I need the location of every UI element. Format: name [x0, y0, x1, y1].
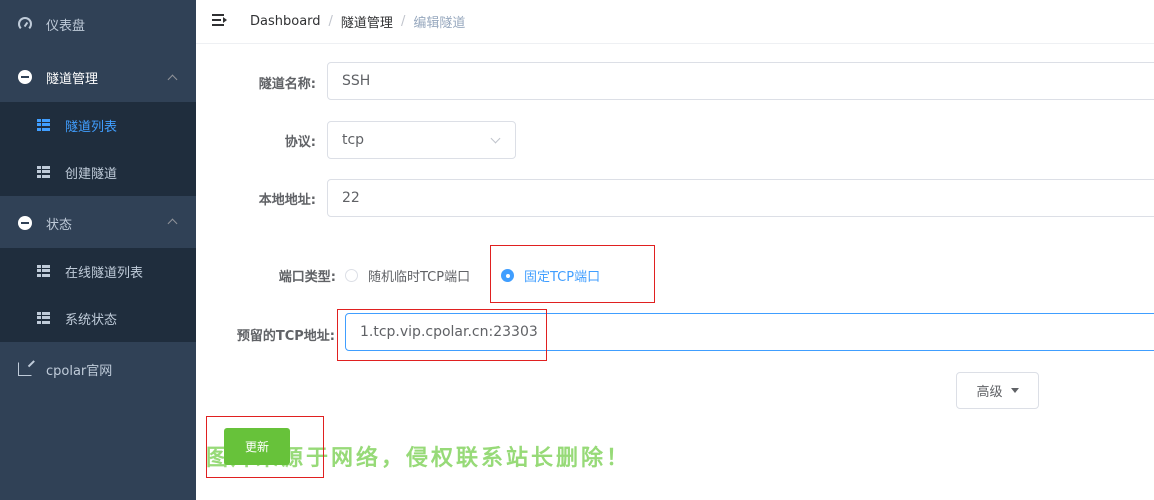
sidebar-item-label: 创建隧道 — [65, 167, 118, 182]
local-address-value: 22 — [342, 190, 360, 206]
highlight-box-port-type — [490, 245, 655, 303]
dashboard-gauge-icon — [18, 17, 32, 31]
sidebar-item-label: cpolar官网 — [46, 363, 113, 379]
highlight-box-update — [206, 416, 324, 478]
protocol-label: 协议: — [284, 135, 316, 150]
sidebar-item-online-tunnels[interactable]: 在线隧道列表 — [0, 248, 196, 295]
tunnel-name-value: SSH — [342, 73, 371, 89]
grid-icon — [37, 264, 51, 279]
sidebar-item-label: 状态 — [46, 217, 73, 233]
port-type-label: 端口类型: — [278, 270, 336, 285]
breadcrumb: Dashboard / 隧道管理 / 编辑隧道 — [250, 12, 465, 31]
grid-icon — [37, 118, 51, 133]
sidebar-item-label: 系统状态 — [65, 313, 118, 328]
breadcrumb-item-edit-tunnel: 编辑隧道 — [413, 16, 466, 31]
tunnel-name-input[interactable]: SSH — [327, 62, 1154, 100]
radio-circle[interactable] — [345, 269, 358, 282]
breadcrumb-separator: / — [400, 14, 406, 29]
advanced-button-label: 高级 — [976, 385, 1003, 400]
highlight-box-reserved-address — [337, 309, 547, 361]
protocol-value: tcp — [342, 132, 365, 148]
sidebar-item-system-status[interactable]: 系统状态 — [0, 295, 196, 342]
sidebar-item-create-tunnel[interactable]: 创建隧道 — [0, 149, 196, 196]
menu-fold-icon[interactable] — [212, 14, 227, 26]
chevron-up-icon — [167, 218, 178, 229]
external-link-icon — [18, 362, 32, 376]
sidebar-item-dashboard[interactable]: 仪表盘 — [0, 0, 196, 48]
sidebar-item-label: 在线隧道列表 — [65, 266, 144, 281]
chevron-up-icon — [167, 74, 178, 85]
breadcrumb-separator: / — [328, 14, 333, 29]
status-disc-icon — [18, 216, 32, 230]
sidebar-item-status[interactable]: 状态 — [0, 200, 196, 246]
top-header: Dashboard / 隧道管理 / 编辑隧道 — [196, 0, 1154, 44]
tunnel-name-label: 隧道名称: — [258, 77, 316, 92]
caret-down-icon — [1010, 388, 1019, 393]
sidebar-item-tunnel-management[interactable]: 隧道管理 — [0, 54, 196, 100]
breadcrumb-item-dashboard[interactable]: Dashboard — [250, 14, 321, 29]
breadcrumb-item-tunnel-management[interactable]: 隧道管理 — [341, 12, 393, 31]
grid-icon — [37, 311, 51, 326]
tunnel-disc-icon — [18, 70, 32, 84]
sidebar-item-cpolar-website[interactable]: cpolar官网 — [0, 346, 196, 392]
local-address-input[interactable]: 22 — [327, 179, 1154, 217]
sidebar: 仪表盘 隧道管理 隧道列表 创建隧道 状态 在线隧道列表 系统状态 cpolar… — [0, 0, 196, 500]
radio-label: 随机临时TCP端口 — [368, 270, 471, 285]
sidebar-item-label: 仪表盘 — [46, 18, 86, 34]
local-address-label: 本地地址: — [258, 193, 316, 208]
grid-icon — [37, 165, 51, 180]
chevron-down-icon — [490, 133, 501, 144]
advanced-button[interactable]: 高级 — [956, 372, 1039, 409]
reserved-tcp-address-label: 预留的TCP地址: — [236, 329, 335, 344]
sidebar-item-label: 隧道列表 — [65, 120, 118, 135]
radio-random-tcp-port[interactable]: 随机临时TCP端口 — [345, 266, 470, 285]
sidebar-item-label: 隧道管理 — [46, 71, 99, 87]
protocol-select[interactable]: tcp — [327, 121, 516, 159]
sidebar-item-tunnel-list[interactable]: 隧道列表 — [0, 102, 196, 149]
app-window: 仪表盘 隧道管理 隧道列表 创建隧道 状态 在线隧道列表 系统状态 cpolar… — [0, 0, 1154, 500]
